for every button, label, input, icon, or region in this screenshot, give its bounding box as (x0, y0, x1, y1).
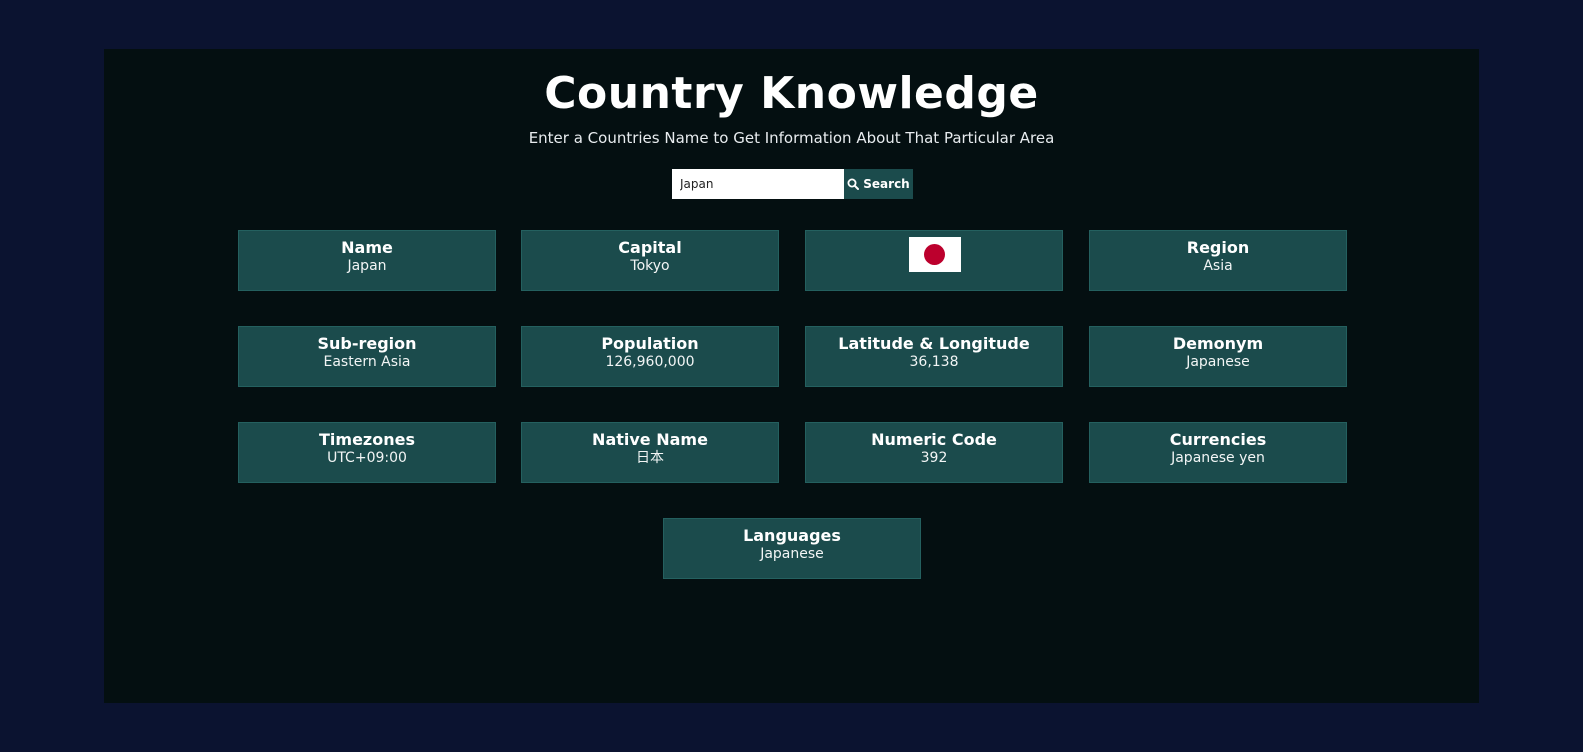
card-value: Japanese (760, 546, 824, 562)
card-value: 日本 (636, 450, 664, 466)
card-value: Eastern Asia (323, 354, 411, 370)
card-demonym: Demonym Japanese (1089, 326, 1347, 387)
card-languages: Languages Japanese (663, 518, 921, 579)
card-name: Name Japan (238, 230, 496, 291)
card-region: Region Asia (1089, 230, 1347, 291)
search-button-label: Search (863, 177, 910, 191)
search-input[interactable] (672, 169, 844, 199)
card-currencies: Currencies Japanese yen (1089, 422, 1347, 483)
card-title: Region (1186, 238, 1250, 257)
card-title: Currencies (1169, 430, 1267, 449)
card-title: Languages (743, 526, 841, 545)
card-latlng: Latitude & Longitude 36,138 (805, 326, 1063, 387)
search-button[interactable]: Search (844, 169, 913, 199)
card-value: Tokyo (630, 258, 670, 274)
card-value: Japanese (1186, 354, 1250, 370)
card-timezones: Timezones UTC+09:00 (238, 422, 496, 483)
flag-disc (924, 244, 945, 265)
card-value: Japanese yen (1171, 450, 1265, 466)
card-title: Timezones (319, 430, 415, 449)
card-title: Native Name (592, 430, 708, 449)
card-title: Sub-region (317, 334, 417, 353)
card-population: Population 126,960,000 (521, 326, 779, 387)
card-capital: Capital Tokyo (521, 230, 779, 291)
search-icon (847, 178, 860, 190)
search-bar: Search (672, 169, 913, 199)
card-numeric-code: Numeric Code 392 (805, 422, 1063, 483)
card-title: Population (601, 334, 699, 353)
card-value: 392 (920, 450, 948, 466)
japan-flag-icon (909, 237, 961, 272)
card-title: Demonym (1172, 334, 1264, 353)
card-value: 126,960,000 (605, 354, 695, 370)
card-value: Japan (347, 258, 387, 274)
card-title: Numeric Code (871, 430, 997, 449)
card-title: Name (341, 238, 393, 257)
card-title: Capital (618, 238, 682, 257)
card-value: Asia (1203, 258, 1233, 274)
card-subregion: Sub-region Eastern Asia (238, 326, 496, 387)
card-value: UTC+09:00 (327, 450, 407, 466)
card-title: Latitude & Longitude (838, 334, 1030, 353)
card-flag (805, 230, 1063, 291)
page-subtitle: Enter a Countries Name to Get Informatio… (528, 129, 1055, 147)
page-title: Country Knowledge (544, 68, 1039, 119)
card-native-name: Native Name 日本 (521, 422, 779, 483)
card-value: 36,138 (909, 354, 959, 370)
